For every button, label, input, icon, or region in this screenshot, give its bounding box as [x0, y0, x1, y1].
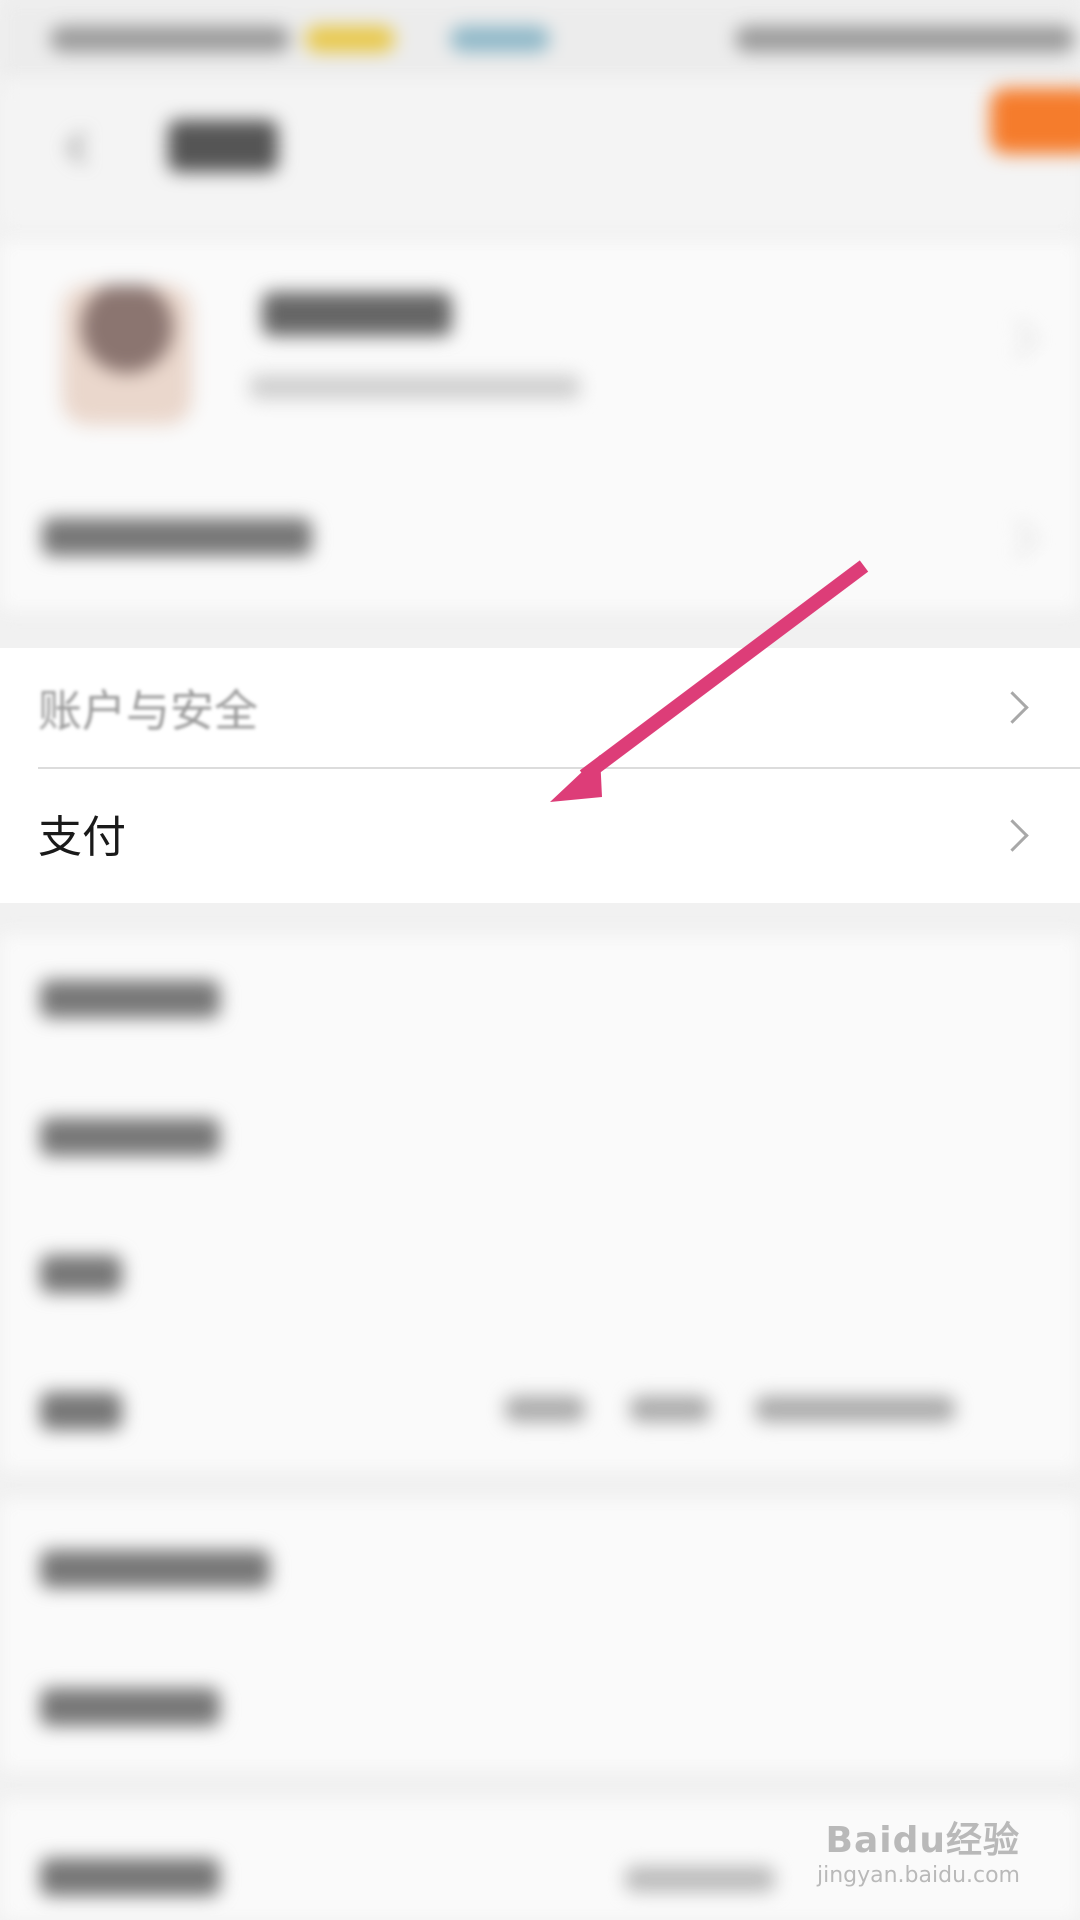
- watermark-brand: Baidu经验: [825, 1820, 1020, 1861]
- watermark-domain: jingyan.baidu.com: [816, 1863, 1020, 1888]
- annotation-arrow-icon: [550, 560, 869, 802]
- watermark: Baidu经验 jingyan.baidu.com: [817, 1811, 1020, 1888]
